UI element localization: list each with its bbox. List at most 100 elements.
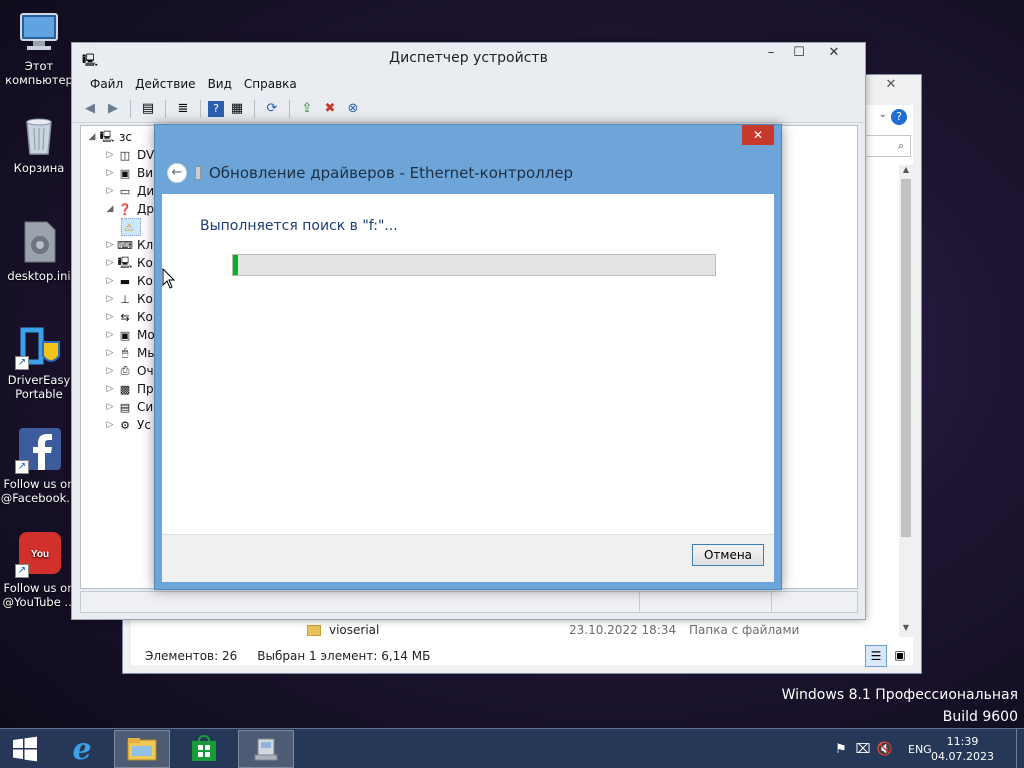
details-view-button[interactable]: ☰ [865, 645, 887, 667]
monitor-icon: ▣ [119, 328, 131, 342]
storage-controller-icon: ▬ [119, 274, 131, 288]
help-icon[interactable]: ? [208, 100, 224, 117]
desktop-icon-recycle-bin[interactable]: Корзина [0, 110, 78, 175]
menu-help[interactable]: Справка [238, 77, 303, 91]
device-manager-titlebar[interactable]: 🖳 Диспетчер устройств – ☐ ✕ [72, 43, 865, 73]
tree-item-label: Др [137, 202, 154, 216]
language-indicator[interactable]: ENG [908, 743, 932, 756]
tree-item[interactable]: ▷ ⇆ Ко [103, 308, 153, 326]
collapse-arrow-icon: ◢ [106, 204, 114, 214]
explorer-statusbar: Элементов: 26 Выбран 1 элемент: 6,14 МБ [145, 649, 430, 663]
menu-view[interactable]: Вид [202, 77, 238, 91]
search-icon: ⌕ [897, 139, 904, 152]
tree-item[interactable]: ▷ ◫ DV [103, 146, 155, 164]
collapse-arrow-icon: ◢ [88, 132, 96, 142]
toolbar-separator [289, 99, 290, 118]
tree-item-label: Ко [137, 310, 153, 324]
desktop-icon-desktop-ini[interactable]: desktop.ini [0, 218, 78, 283]
taskbar-file-explorer[interactable] [114, 730, 170, 768]
scroll-down-arrow[interactable]: ▼ [899, 623, 913, 637]
tree-item[interactable]: ▷ ⎙ Оч [103, 362, 154, 380]
desktop-icon-drivereasy[interactable]: ↗ DriverEasy Portable [0, 322, 78, 401]
details-icon[interactable]: ▦ [227, 99, 247, 119]
desktop-icon-youtube[interactable]: You ↗ Follow us on @YouTube ... [0, 530, 78, 609]
menu-bar: Файл Действие Вид Справка [72, 73, 865, 95]
volume-muted-icon[interactable]: 🔇 [874, 742, 896, 757]
network-disconnected-icon[interactable]: ⌧ [852, 742, 874, 757]
usb-controller-icon: ⊥ [120, 292, 130, 306]
tree-item[interactable]: ▷ 🖳 Ко [103, 254, 153, 272]
file-type: Папка с файлами [689, 623, 800, 637]
scan-hardware-icon[interactable]: ⟳ [262, 99, 282, 119]
desktop-icon-label: Follow us on @Facebook... [0, 477, 78, 505]
large-icons-view-button[interactable]: ▣ [889, 645, 911, 667]
expand-arrow-icon: ▷ [106, 150, 114, 160]
scroll-thumb[interactable] [901, 179, 911, 537]
taskbar-store[interactable] [176, 730, 232, 768]
forward-icon[interactable]: ▶ [103, 99, 123, 119]
toolbar-separator [165, 99, 166, 118]
file-row-vioserial[interactable]: vioserial 23.10.2022 18:34 Папка с файла… [307, 621, 827, 639]
clock-time: 11:39 [946, 735, 979, 748]
uninstall-icon[interactable]: ✖ [320, 99, 340, 119]
show-desktop-button[interactable] [1016, 729, 1024, 768]
properties-icon[interactable]: ▤ [138, 99, 158, 119]
other-devices-icon: ❓ [118, 202, 132, 216]
dialog-body: Выполняется поиск в "f:"... Отмена [162, 194, 774, 582]
close-button[interactable]: ✕ [742, 125, 774, 145]
tree-item[interactable]: ▷ 🖱 Мы [103, 344, 157, 362]
dvd-drive-icon: ◫ [119, 148, 131, 162]
tree-item[interactable]: ▷ ▤ Си [103, 398, 154, 416]
tree-item[interactable]: ◢ ❓ Др [103, 200, 154, 218]
back-arrow-icon[interactable]: ← [167, 163, 187, 183]
chevron-down-icon[interactable]: ⌄ [879, 109, 887, 120]
minimize-button[interactable]: – [757, 43, 785, 63]
desktop-icon-facebook[interactable]: ↗ Follow us on @Facebook... [0, 426, 78, 505]
status-item-count: Элементов: 26 [145, 649, 238, 663]
taskbar-device-manager[interactable] [238, 730, 294, 768]
tree-item[interactable]: ▷ ▣ Ви [103, 164, 154, 182]
taskbar-internet-explorer[interactable]: e [54, 730, 110, 768]
expand-arrow-icon: ▷ [106, 312, 114, 322]
start-button[interactable] [0, 730, 50, 768]
taskbar-clock[interactable]: 11:39 04.07.2023 [931, 734, 994, 764]
maximize-button[interactable]: ☐ [785, 43, 813, 63]
svg-text:You: You [31, 549, 49, 560]
disable-device-icon[interactable]: ⊗ [343, 99, 363, 119]
tree-root[interactable]: ◢ 🖳 зс [85, 128, 132, 146]
tree-item-label: Ди [137, 184, 155, 198]
window-title: Диспетчер устройств [389, 50, 548, 66]
display-adapter-icon: ▣ [119, 166, 131, 180]
tree-item[interactable]: ▷ ▩ Пр [103, 380, 154, 398]
menu-file[interactable]: Файл [84, 77, 129, 91]
list-icon[interactable]: ≣ [173, 99, 193, 119]
tree-item[interactable]: ▷ ⊥ Ко [103, 290, 153, 308]
update-driver-icon[interactable]: ⇪ [297, 99, 317, 119]
tree-item[interactable]: ▷ ⚙ Ус [103, 416, 151, 434]
shortcut-arrow-icon: ↗ [15, 356, 29, 370]
tree-item[interactable]: ▷ ▭ Ди [103, 182, 155, 200]
toolbar-separator [200, 99, 201, 118]
scroll-up-arrow[interactable]: ▲ [899, 165, 913, 179]
explorer-close-button[interactable]: ✕ [871, 75, 911, 95]
menu-action[interactable]: Действие [129, 77, 201, 91]
print-queue-icon: ⎙ [120, 364, 130, 377]
processor-icon: ▩ [119, 382, 131, 396]
tree-item-ethernet-controller[interactable]: ⚠ [121, 218, 141, 236]
desktop-icon-label: Корзина [13, 161, 65, 175]
toolbar-separator [254, 99, 255, 118]
desktop-icon-this-pc[interactable]: Этот компьютер [0, 8, 78, 87]
expand-arrow-icon: ▷ [106, 402, 114, 412]
close-button[interactable]: ✕ [813, 43, 855, 63]
back-icon[interactable]: ◀ [80, 99, 100, 119]
tree-item[interactable]: ▷ ▣ Мо [103, 326, 155, 344]
explorer-scrollbar[interactable]: ▲ ▼ [899, 165, 913, 637]
tree-item[interactable]: ▷ ⌨ Кл [103, 236, 154, 254]
tree-item-label: Ко [137, 292, 153, 306]
cancel-button[interactable]: Отмена [692, 544, 764, 566]
computer-icon: 🖳 [117, 255, 133, 269]
tree-item[interactable]: ▷ ▬ Ко [103, 272, 153, 290]
action-center-flag-icon[interactable]: ⚑ [830, 742, 852, 757]
help-icon[interactable]: ? [891, 109, 907, 125]
taskbar: e ⚑ ⌧ 🔇 ENG 11:39 04.07.2023 [0, 728, 1024, 768]
